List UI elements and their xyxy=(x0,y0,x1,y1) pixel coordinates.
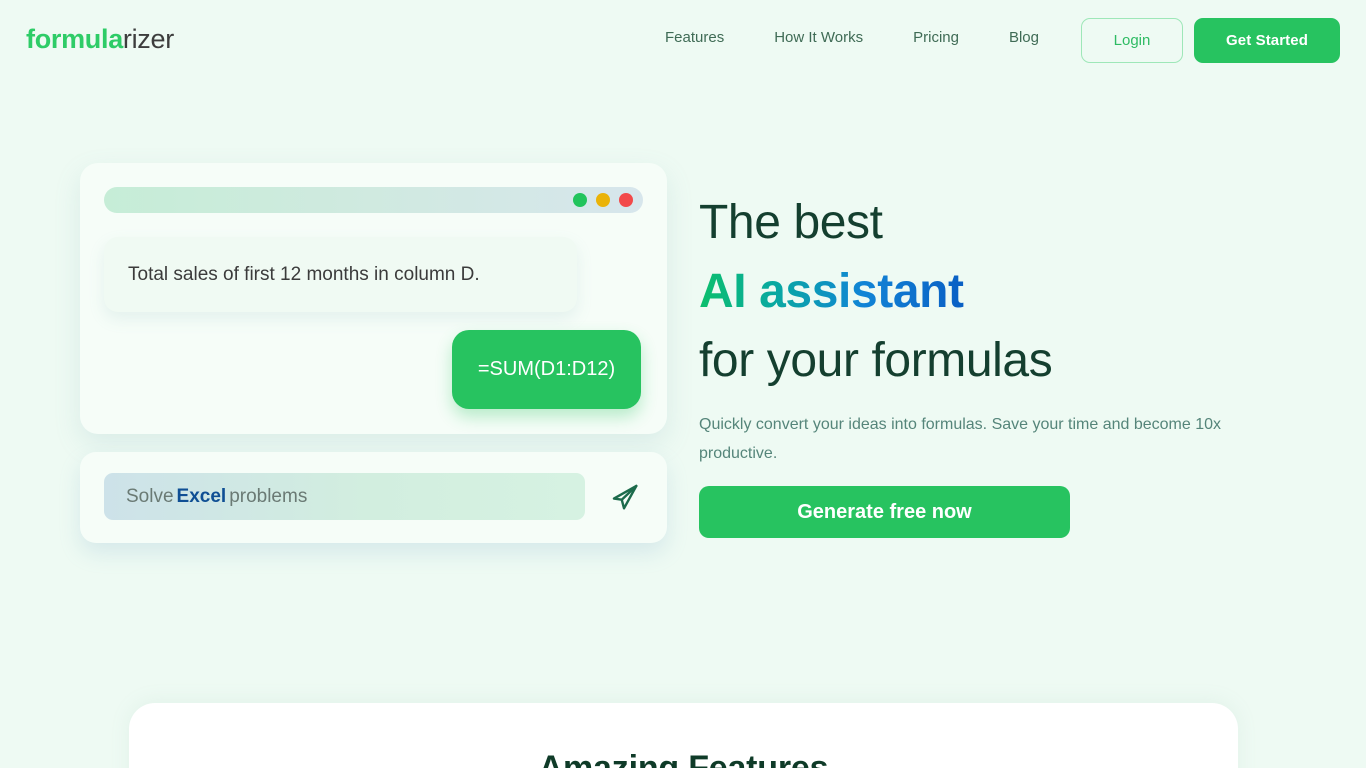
nav-item-blog[interactable]: Blog xyxy=(984,29,1064,46)
prompt-keyword: Excel xyxy=(176,485,227,507)
mock-window-titlebar xyxy=(104,187,643,213)
nav-item-pricing[interactable]: Pricing xyxy=(888,29,984,46)
prompt-input[interactable]: Solve Excel problems xyxy=(104,473,585,520)
features-section-title: Amazing Features xyxy=(538,749,829,768)
site-header: formularizer Features How It Works Prici… xyxy=(0,0,1366,81)
logo-text-secondary: rizer xyxy=(122,24,174,54)
get-started-button[interactable]: Get Started xyxy=(1194,18,1340,63)
logo-text-primary: formula xyxy=(26,24,123,54)
hero-headline-line-3: for your formulas xyxy=(699,334,1053,387)
window-dot-red-icon xyxy=(619,193,633,207)
prompt-input-card: Solve Excel problems xyxy=(80,452,667,543)
main-navigation: Features How It Works Pricing Blog xyxy=(640,29,1064,46)
prompt-text-after: problems xyxy=(229,485,308,507)
window-dot-yellow-icon xyxy=(596,193,610,207)
hero-headline-line-1: The best xyxy=(699,196,883,249)
prompt-text-before: Solve xyxy=(126,485,174,507)
generate-free-now-button[interactable]: Generate free now xyxy=(699,486,1070,538)
hero-headline-highlight: AI assistant xyxy=(699,265,964,318)
window-dot-green-icon xyxy=(573,193,587,207)
nav-item-features[interactable]: Features xyxy=(640,29,749,46)
features-section-card: Amazing Features xyxy=(129,703,1238,768)
chat-mockup-card: Total sales of first 12 months in column… xyxy=(80,163,667,434)
logo[interactable]: formularizer xyxy=(26,24,174,55)
send-paper-plane-icon[interactable] xyxy=(608,480,642,514)
hero-headline-line-2: AI assistant xyxy=(699,257,1299,326)
nav-item-how-it-works[interactable]: How It Works xyxy=(749,29,888,46)
hero-subtitle: Quickly convert your ideas into formulas… xyxy=(699,416,1222,462)
chat-bubble-assistant: =SUM(D1:D12) xyxy=(452,330,641,409)
hero-copy: The best AI assistant for your formulas xyxy=(699,188,1299,395)
login-button[interactable]: Login xyxy=(1081,18,1183,63)
chat-bubble-user: Total sales of first 12 months in column… xyxy=(104,237,577,312)
